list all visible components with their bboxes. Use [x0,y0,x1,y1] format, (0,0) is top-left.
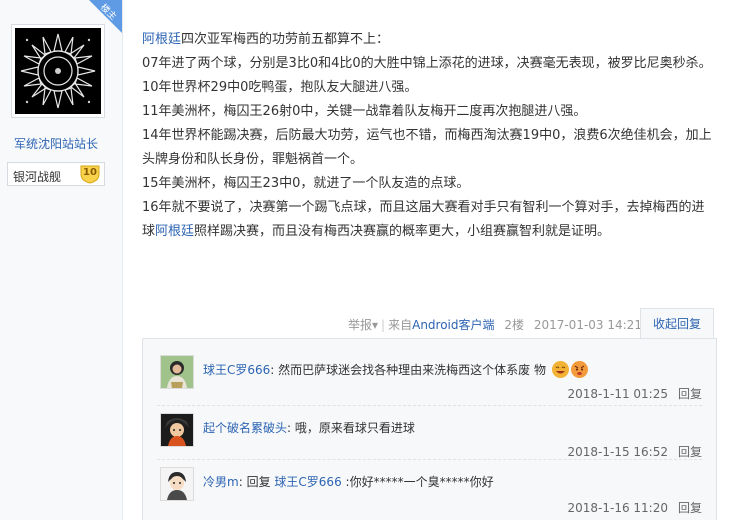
report-label: 举报 [348,318,373,332]
reply-text-line: 冷男m: 回复 球王C罗666 :你好*****一个臭*****你好 [203,473,494,490]
cartoon-avatar-icon [161,468,193,500]
level-shield-icon: 10 [79,164,101,184]
anime-avatar-icon [161,414,193,446]
reply-time: 2018-1-11 01:25 [567,387,668,401]
reply-meta: 2018-1-16 11:20 回复 [567,499,702,516]
post-paragraph: 16年就不要说了，决赛第一个踢飞点球，而且这届大赛看对手只有智利一个算对手，去掉… [142,196,717,244]
reply-username[interactable]: 起个破名累破头 [203,421,287,435]
reply-avatar[interactable] [160,413,194,447]
reply-target-username[interactable]: 球王C罗666 [274,475,341,489]
reply-item: 球王C罗666: 然而巴萨球迷会找各种理由来洗梅西这个体系废 物 2018-1-… [143,339,716,401]
laughing-emoji-icon [551,361,569,378]
author-column: 军统沈阳站站长 银河战舰 10 [0,0,123,520]
author-avatar[interactable] [11,24,105,118]
reply-colon: : [238,475,243,489]
reply-meta: 2018-1-11 01:25 回复 [567,385,702,402]
post-time: 2017-01-03 14:21 [533,318,642,332]
post-body: 阿根廷四次亚军梅西的功劳前五都算不上： 07年进了两个球，分别是3比0和4比0的… [142,28,717,244]
reply-button[interactable]: 回复 [678,387,702,401]
reply-item: 起个破名累破头: 哦，原来看球只看进球 2018-1-15 16:52 回复 [143,407,716,461]
post-paragraph: 15年美洲杯，梅囚王23中0，就进了一个队友造的点球。 [142,176,470,191]
member-badge[interactable]: 银河战舰 10 [7,162,105,186]
chevron-down-icon: ▾ [372,318,379,332]
collapse-replies-button[interactable]: 收起回复 [640,308,714,339]
reply-button[interactable]: 回复 [678,501,702,515]
reply-colon: : [287,421,292,435]
floor-number: 2楼 [504,318,524,332]
angry-emoji-icon [570,361,588,378]
post-text: 照样踢决赛，而且没有梅西决赛赢的概率更大，小组赛赢智利就是证明。 [194,224,611,239]
post-paragraph: 10年世界杯29中0吃鸭蛋，抱队友大腿进八强。 [142,80,418,95]
reply-username[interactable]: 球王C罗666 [203,363,270,377]
android-client-link[interactable]: Android客户端 [412,318,494,332]
reply-item: 冷男m: 回复 球王C罗666 :你好*****一个臭*****你好 2018-… [143,461,716,517]
person-photo-icon [161,356,193,388]
reply-time: 2018-1-15 16:52 [567,445,668,459]
reply-text-line: 起个破名累破头: 哦，原来看球只看进球 [203,419,415,436]
topic-link-argentina[interactable]: 阿根廷 [142,32,181,47]
reply-username[interactable]: 冷男m [203,475,239,489]
post-text: 四次亚军梅西的功劳前五都算不上： [181,32,390,47]
reply-button[interactable]: 回复 [678,445,702,459]
sun-logo-icon [15,28,101,114]
reply-meta: 2018-1-15 16:52 回复 [567,443,702,460]
badge-level-number: 10 [83,167,97,178]
reply-divider [157,459,702,460]
reply-avatar[interactable] [160,355,194,389]
source-label: 来自 [388,318,413,332]
reply-text-line: 球王C罗666: 然而巴萨球迷会找各种理由来洗梅西这个体系废 物 [203,361,588,378]
reply-avatar[interactable] [160,467,194,501]
reply-prefix: 回复 [246,475,271,489]
badge-title: 银河战舰 [13,170,62,184]
op-corner-tag: 楼主 [89,0,122,33]
post-meta: 举报▾ | 来自Android客户端 2楼 2017-01-03 14:21 [348,318,642,332]
report-button[interactable]: 举报▾ [348,318,378,332]
reply-content: 然而巴萨球迷会找各种理由来洗梅西这个体系废 物 [278,363,546,377]
post-paragraph: 07年进了两个球，分别是3比0和4比0的大胜中锦上添花的进球，决赛毫无表现，被罗… [142,56,712,71]
reply-divider [157,405,702,406]
reply-time: 2018-1-16 11:20 [567,501,668,515]
reply-colon: : [270,363,275,377]
reply-panel: 球王C罗666: 然而巴萨球迷会找各种理由来洗梅西这个体系废 物 2018-1-… [142,338,717,520]
post-line-1: 阿根廷四次亚军梅西的功劳前五都算不上： [142,28,717,52]
reply-content: :你好*****一个臭*****你好 [345,475,494,489]
author-name-link[interactable]: 军统沈阳站站长 [0,135,112,152]
post-paragraph: 11年美洲杯，梅囚王26射0中，关键一战靠着队友梅开二度再次抱腿进八强。 [142,104,587,119]
topic-link-argentina[interactable]: 阿根廷 [155,224,194,239]
reply-content: 哦，原来看球只看进球 [294,421,415,435]
post-paragraph: 14年世界杯能踢决赛，后防最大功劳，运气也不错，而梅西淘汰赛19中0，浪费6次绝… [142,128,712,167]
